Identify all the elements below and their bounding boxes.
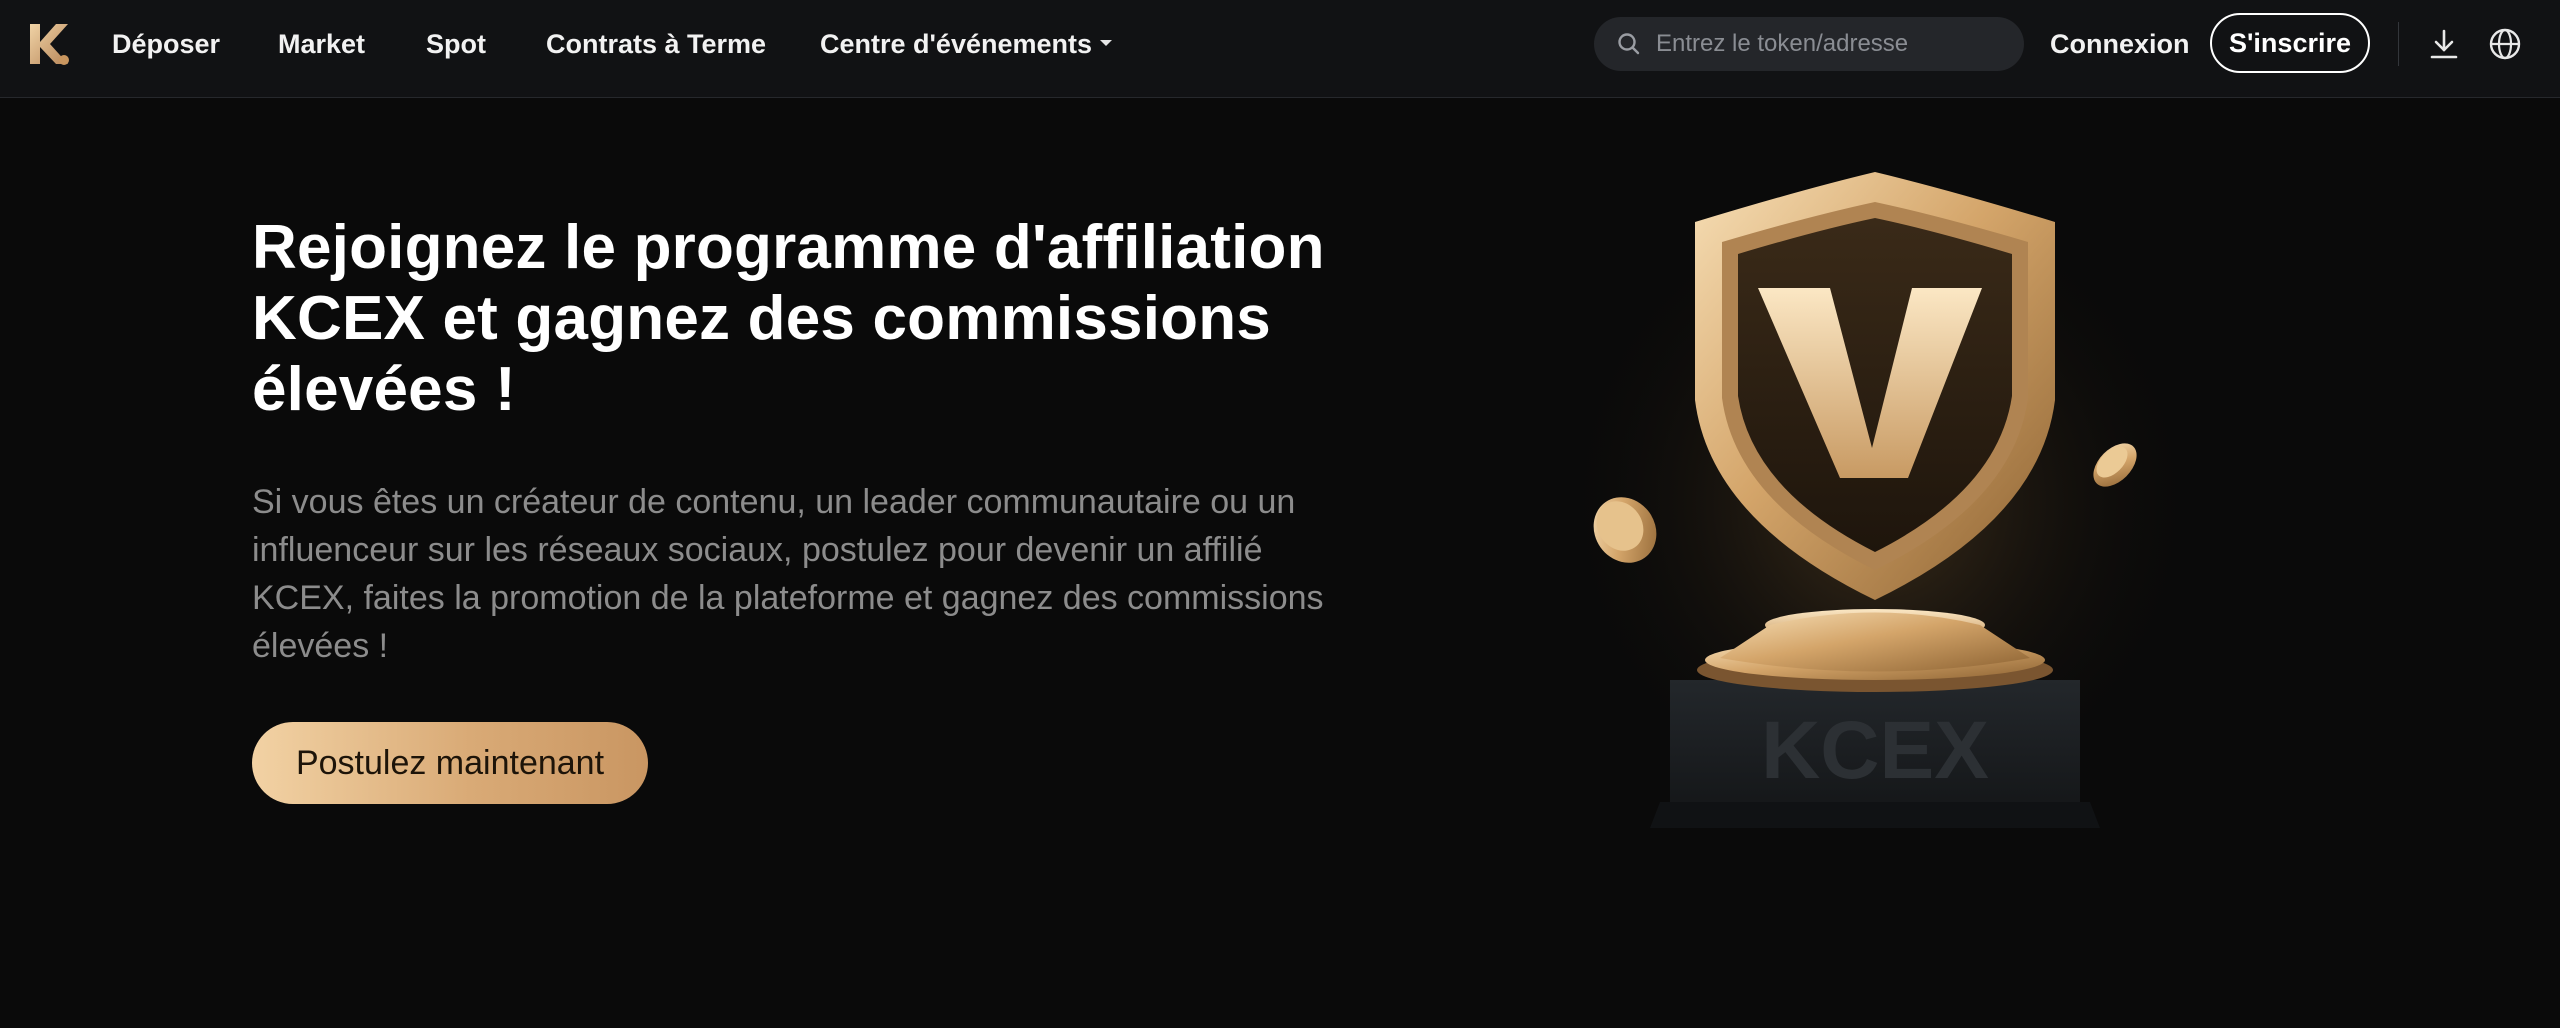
hero-description: Si vous êtes un créateur de contenu, un … bbox=[252, 483, 1324, 665]
download-icon[interactable] bbox=[2426, 26, 2462, 62]
globe-icon[interactable] bbox=[2487, 26, 2523, 62]
nav-spot[interactable]: Spot bbox=[426, 28, 486, 60]
nav-events-center[interactable]: Centre d'événements bbox=[820, 28, 1113, 60]
search-icon bbox=[1618, 33, 1640, 55]
main-nav: Déposer Market Spot Contrats à Terme Cen… bbox=[0, 0, 1200, 98]
caret-down-icon bbox=[1100, 39, 1113, 46]
apply-now-button[interactable]: Postulez maintenant bbox=[252, 722, 648, 804]
hero-title: Rejoignez le programme d'affiliation KCE… bbox=[252, 213, 1325, 424]
trophy-illustration: KCEX bbox=[1550, 140, 2210, 828]
nav-futures[interactable]: Contrats à Terme bbox=[546, 28, 766, 60]
nav-events-label: Centre d'événements bbox=[820, 29, 1093, 59]
top-navbar: Déposer Market Spot Contrats à Terme Cen… bbox=[0, 0, 2560, 98]
search-box[interactable] bbox=[1594, 17, 2024, 71]
search-input[interactable] bbox=[1656, 30, 1996, 58]
header-divider bbox=[2398, 22, 2399, 66]
login-link[interactable]: Connexion bbox=[2050, 28, 2190, 60]
signup-button[interactable]: S'inscrire bbox=[2210, 13, 2370, 73]
nav-deposit[interactable]: Déposer bbox=[112, 28, 220, 60]
trophy-base-label: KCEX bbox=[1761, 705, 1989, 796]
nav-market[interactable]: Market bbox=[278, 28, 365, 60]
